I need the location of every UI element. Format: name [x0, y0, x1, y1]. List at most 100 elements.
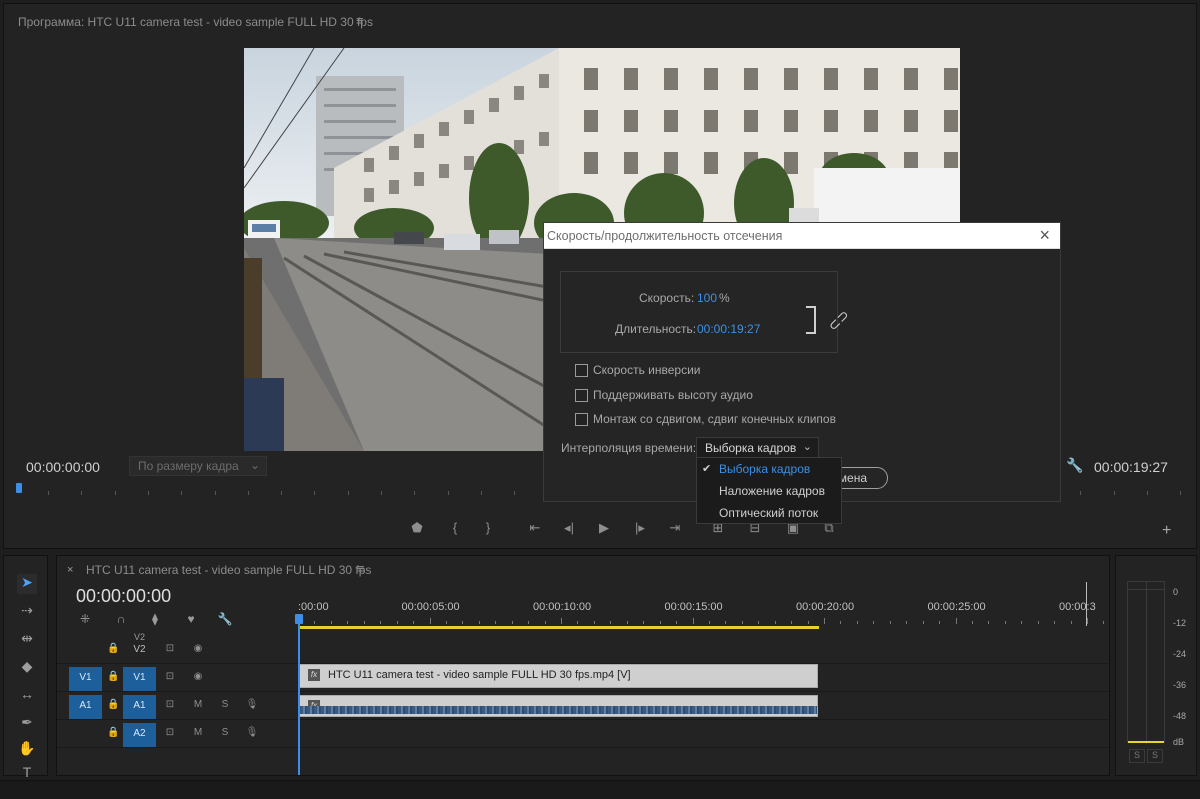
hand-tool-icon[interactable]: ✋ [17, 740, 37, 760]
solo-left-button[interactable]: S [1129, 749, 1145, 763]
ruler-tick [1180, 491, 1182, 495]
ruler-tick [396, 621, 398, 624]
chevron-down-icon: ⌄ [802, 441, 812, 453]
sync-lock-icon[interactable]: ⊡ [163, 699, 177, 710]
time-interpolation-select[interactable]: Выборка кадров ⌄ [696, 437, 819, 459]
snap-magnet-icon[interactable]: ∩ [113, 612, 129, 626]
db-label-48: -48 [1173, 711, 1187, 721]
db-label-12: -12 [1173, 618, 1187, 628]
timeline-settings-wrench-icon[interactable]: 🔧 [217, 612, 233, 626]
ruler-tick [413, 621, 415, 624]
video-clip[interactable]: fx HTC U11 camera test - video sample FU… [299, 664, 818, 688]
close-icon[interactable]: × [67, 564, 73, 576]
solo-button[interactable]: S [218, 727, 232, 738]
ruler-tick [955, 618, 957, 624]
selection-tool-icon[interactable]: ➤ [17, 574, 37, 594]
lock-icon[interactable]: 🔒 [107, 727, 119, 738]
go-to-in-icon[interactable]: ⇤ [526, 520, 544, 536]
add-marker-icon[interactable]: ♥ [183, 612, 199, 626]
sequence-end-line [1086, 582, 1087, 626]
chevron-down-icon: ⌄ [249, 458, 260, 472]
menu-item-frame-blending[interactable]: Наложение кадров [697, 480, 841, 502]
ripple-edit-tool-icon[interactable]: ⇹ [17, 630, 37, 650]
sync-lock-icon[interactable]: ⊡ [163, 671, 177, 682]
ruler-tick [840, 621, 842, 624]
step-back-icon[interactable]: ◂| [560, 520, 578, 536]
work-area-bar[interactable] [300, 626, 819, 629]
program-playhead[interactable] [16, 483, 22, 493]
settings-wrench-icon[interactable]: 🔧 [1066, 457, 1083, 474]
ruler-time-label: 00:00:20:00 [796, 601, 855, 613]
slip-tool-icon[interactable]: ↔ [17, 686, 37, 706]
speed-value[interactable]: 100 [697, 291, 717, 305]
reverse-speed-option[interactable]: Скорость инверсии [575, 363, 700, 377]
ripple-edit-checkbox[interactable] [575, 412, 588, 426]
panel-menu-icon[interactable]: ≡ [357, 561, 365, 576]
ruler-tick [725, 621, 727, 624]
ruler-tick [528, 621, 530, 624]
ruler-tick [593, 621, 595, 624]
chain-link-icon[interactable]: ⊂⊃ [824, 306, 853, 335]
sequence-tab-title[interactable]: HTC U11 camera test - video sample FULL … [86, 563, 371, 577]
eye-icon[interactable]: ◉ [191, 643, 205, 654]
ripple-edit-label: Монтаж со сдвигом, сдвиг конечных клипов [593, 412, 836, 426]
eye-icon[interactable]: ◉ [191, 671, 205, 682]
track-a1-name[interactable]: A1 [123, 695, 156, 719]
time-interpolation-value: Выборка кадров [705, 441, 797, 455]
menu-item-label: Наложение кадров [719, 484, 825, 498]
track-a2-name[interactable]: A2 [123, 723, 156, 747]
ruler-tick [314, 491, 316, 495]
nest-icon[interactable]: ⁜ [77, 612, 93, 626]
ruler-tick [462, 621, 464, 624]
mark-out-icon[interactable]: } [479, 520, 497, 535]
ruler-tick [906, 621, 908, 624]
sync-lock-icon[interactable]: ⊡ [163, 643, 177, 654]
lock-icon[interactable]: 🔒 [107, 671, 119, 682]
lock-icon[interactable]: 🔒 [107, 699, 119, 710]
program-current-timecode[interactable]: 00:00:00:00 [26, 459, 100, 475]
timeline-timecode[interactable]: 00:00:00:00 [76, 586, 171, 607]
ripple-edit-option[interactable]: Монтаж со сдвигом, сдвиг конечных клипов [575, 412, 836, 426]
close-icon[interactable]: × [1039, 225, 1050, 246]
maintain-audio-pitch-option[interactable]: Поддерживать высоту аудио [575, 388, 753, 402]
timeline-playhead-handle[interactable] [295, 614, 303, 624]
menu-item-optical-flow[interactable]: Оптический поток [697, 502, 841, 524]
dialog-titlebar[interactable]: Скорость/продолжительность отсечения × [544, 223, 1060, 249]
track-select-tool-icon[interactable]: ⇢ [17, 602, 37, 622]
ruler-tick [1054, 621, 1056, 624]
reverse-speed-checkbox[interactable] [575, 363, 588, 377]
solo-button[interactable]: S [218, 699, 232, 710]
ruler-tick [708, 621, 710, 624]
mute-button[interactable]: M [191, 727, 205, 738]
zoom-fit-select[interactable]: По размеру кадра ⌄ [129, 456, 267, 476]
pen-tool-icon[interactable]: ✒ [17, 714, 37, 734]
button-editor-plus-icon[interactable]: + [1162, 522, 1171, 540]
linked-selection-icon[interactable]: ⧫ [147, 612, 163, 626]
play-icon[interactable]: ▶ [595, 520, 613, 536]
ruler-tick [971, 621, 973, 624]
ruler-tick [856, 621, 858, 624]
timeline-ruler[interactable]: :00:00 00:00:05:00 00:00:10:00 00:00:15:00 0… [298, 594, 1105, 624]
source-patch-v1[interactable]: V1 [69, 667, 102, 691]
mark-in-icon[interactable]: { [446, 520, 464, 535]
timeline-panel: × HTC U11 camera test - video sample FUL… [56, 555, 1110, 776]
go-to-out-icon[interactable]: ⇥ [666, 520, 684, 536]
sync-lock-icon[interactable]: ⊡ [163, 727, 177, 738]
add-marker-icon[interactable]: ⬟ [408, 520, 426, 536]
ruler-tick [147, 491, 149, 495]
track-v2-name[interactable]: V2 [123, 639, 156, 663]
track-v1-name[interactable]: V1 [123, 667, 156, 691]
razor-tool-icon[interactable]: ◆ [17, 658, 37, 678]
step-forward-icon[interactable]: |▸ [631, 520, 649, 536]
panel-menu-icon[interactable]: ≡ [356, 13, 364, 28]
maintain-audio-pitch-checkbox[interactable] [575, 388, 588, 402]
microphone-icon[interactable]: 🎙 [245, 699, 259, 710]
duration-value[interactable]: 00:00:19:27 [697, 322, 760, 336]
lock-icon[interactable]: 🔒 [107, 643, 119, 654]
menu-item-frame-sampling[interactable]: ✔ Выборка кадров [697, 458, 841, 480]
audio-clip[interactable]: fx [299, 695, 818, 717]
microphone-icon[interactable]: 🎙 [245, 727, 259, 738]
mute-button[interactable]: M [191, 699, 205, 710]
solo-right-button[interactable]: S [1147, 749, 1163, 763]
source-patch-a1[interactable]: A1 [69, 695, 102, 719]
